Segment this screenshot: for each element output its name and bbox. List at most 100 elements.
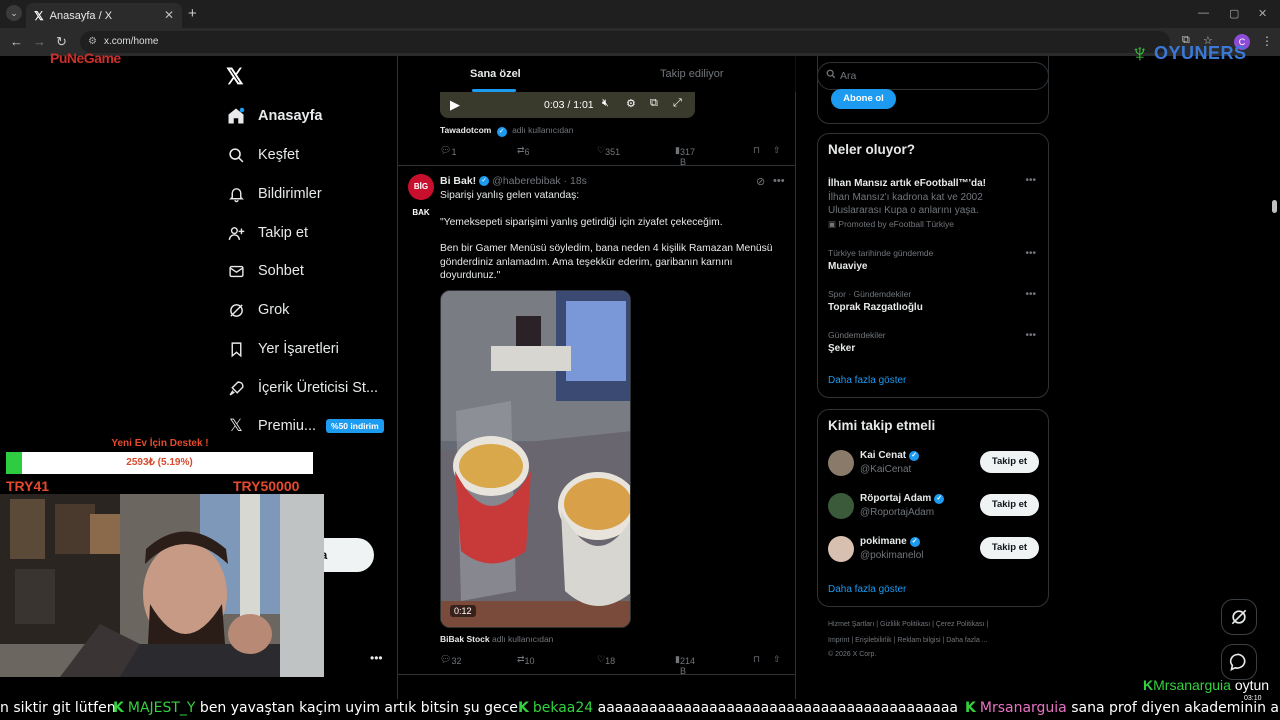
suggestion-handle: @RoportajAdam — [860, 507, 935, 518]
messages-fab-button[interactable] — [1221, 644, 1257, 680]
tab-for-you[interactable]: Sana özel — [470, 68, 521, 80]
bookmark-icon[interactable]: ⊓ — [753, 145, 760, 156]
nav-explore[interactable]: Keşfet — [226, 140, 299, 170]
browser-menu-icon[interactable]: ⋮ — [1261, 34, 1273, 48]
close-window-icon[interactable]: ✕ — [1258, 7, 1267, 20]
follow-suggestion[interactable]: Kai Cenat ✓ @KaiCenat Takip et — [828, 449, 1039, 479]
kick-logo-icon: K — [965, 700, 976, 716]
minimize-icon[interactable]: — — [1198, 7, 1209, 19]
author-name[interactable]: Bi Bak! — [440, 175, 476, 187]
reply-action[interactable]: 💬︎ 32 — [440, 654, 461, 666]
url-text: x.com/home — [104, 36, 159, 47]
more-icon[interactable]: ••• — [1025, 175, 1036, 186]
home-icon — [226, 106, 246, 126]
footer-links-row[interactable]: Imprint | Erişilebilirlik | Reklam bilgi… — [828, 637, 988, 644]
nav-home[interactable]: Anasayfa — [226, 101, 322, 131]
promoted-label: ▣ Promoted by eFootball Türkiye — [828, 219, 954, 229]
verified-badge-icon: ✓ — [496, 127, 507, 137]
url-field[interactable]: ⚙ x.com/home — [80, 31, 1170, 53]
more-icon[interactable]: ••• — [773, 175, 785, 187]
repost-count: 10 — [524, 656, 535, 666]
tab-following[interactable]: Takip ediliyor — [660, 68, 724, 80]
subscribe-button[interactable]: Abone ol — [831, 89, 896, 109]
nav-notifications[interactable]: Bildirimler — [226, 179, 322, 209]
follow-show-more[interactable]: Daha fazla göster — [828, 584, 906, 595]
source-name[interactable]: BiBak Stock — [440, 634, 490, 644]
avatar[interactable] — [828, 493, 854, 519]
fullscreen-icon[interactable]: ⤢ — [673, 97, 682, 110]
back-icon[interactable]: ← — [10, 34, 23, 49]
forward-icon[interactable]: → — [33, 34, 46, 49]
grok-icon[interactable]: ⊘ — [756, 175, 765, 188]
nav-messages[interactable]: Sohbet — [226, 256, 304, 286]
pip-icon[interactable]: ⧉ — [650, 97, 658, 110]
nav-follow[interactable]: Takip et — [226, 218, 308, 248]
repost-action[interactable]: ⇄ 10 — [517, 654, 535, 666]
stream-logo-left: PuNeGame — [50, 50, 121, 66]
search-icon — [226, 145, 246, 165]
feed-tab-bar: Sana özel Takip ediliyor — [398, 56, 796, 92]
nav-creator-studio[interactable]: İçerik Üreticisi St... — [226, 373, 378, 403]
chat-text: oytun — [1230, 677, 1270, 693]
trend-item[interactable]: Türkiye tarihinde gündemde Muaviye ••• — [828, 248, 1038, 272]
trends-show-more[interactable]: Daha fazla göster — [828, 375, 906, 386]
chat-bubble-icon — [1229, 653, 1246, 672]
follow-button[interactable]: Takip et — [980, 494, 1039, 516]
mute-icon[interactable]: 🔇︎ — [602, 97, 609, 110]
source-name[interactable]: Tawadotcom — [440, 125, 491, 135]
avatar[interactable] — [828, 536, 854, 562]
browser-tab[interactable]: 𝕏 Anasayfa / X ✕ — [26, 3, 182, 28]
reply-action[interactable]: 💬︎ 1 — [440, 145, 456, 157]
search-icon — [826, 63, 836, 89]
verified-badge-icon: ✓ — [909, 536, 920, 547]
tweet-divider — [398, 165, 796, 166]
reload-icon[interactable]: ↻ — [56, 34, 67, 50]
tweet-video[interactable] — [440, 290, 631, 628]
author-handle[interactable]: @haberebibak · 18s — [492, 175, 587, 187]
follow-button[interactable]: Takip et — [980, 537, 1039, 559]
follow-suggestion[interactable]: pokimane ✓ @pokimanelol Takip et — [828, 535, 1039, 565]
nav-label: Keşfet — [258, 147, 300, 163]
avatar[interactable]: BİG BAK — [408, 174, 434, 217]
footer-links-row[interactable]: Hizmet Şartları | Gizlilik Politikası | … — [828, 621, 988, 628]
mail-icon — [226, 261, 246, 281]
media-time: 0:03 / 1:01 — [544, 99, 594, 111]
chat-text: aaaaaaaaaaaaaaaaaaaaaaaaaaaaaaaaaaaaaaaa… — [593, 700, 958, 716]
views-action[interactable]: ▮ 317 B — [675, 145, 695, 167]
play-icon[interactable]: ▶ — [450, 97, 460, 113]
nav-premium[interactable]: 𝕏 Premiu... %50 indirim — [226, 411, 384, 441]
follow-suggestion[interactable]: Röportaj Adam ✓ @RoportajAdam Takip et — [828, 492, 1039, 522]
maximize-icon[interactable]: ▢ — [1229, 7, 1239, 20]
search-input[interactable]: Ara — [817, 62, 1049, 90]
settings-gear-icon[interactable]: ⚙ — [626, 97, 636, 110]
like-action[interactable]: ♡ 351 — [597, 145, 620, 157]
nav-bookmarks[interactable]: Yer İşaretleri — [226, 334, 339, 364]
video-source-line: BiBak Stock adlı kullanıcıdan — [440, 634, 553, 644]
share-icon[interactable]: ⇧ — [773, 654, 781, 665]
follow-button[interactable]: Takip et — [980, 451, 1039, 473]
page-scrollbar[interactable] — [1272, 200, 1277, 213]
x-icon: 𝕏 — [229, 416, 243, 435]
bookmark-icon[interactable]: ⊓ — [753, 654, 760, 665]
tweet-actions: 💬︎ 1 ⇄ 6 ♡ 351 ▮ 317 B ⊓ ⇧ — [440, 143, 785, 167]
more-icon[interactable]: ••• — [1025, 330, 1036, 341]
trend-item[interactable]: Gündemdekiler Şeker ••• — [828, 330, 1038, 354]
more-icon[interactable]: ••• — [1025, 289, 1036, 300]
trend-item[interactable]: Spor · Gündemdekiler Toprak Razgatlıoğlu… — [828, 289, 1038, 313]
nav-grok[interactable]: Grok — [226, 295, 289, 325]
avatar[interactable] — [828, 450, 854, 476]
trend-item[interactable]: İlhan Mansız artık eFootball™'da! İlhan … — [828, 175, 1038, 230]
repost-action[interactable]: ⇄ 6 — [517, 145, 530, 157]
like-action[interactable]: ♡ 18 — [597, 654, 615, 666]
grok-fab-button[interactable] — [1221, 599, 1257, 635]
tweet-divider — [398, 674, 796, 675]
tab-search-button[interactable]: ⌄ — [6, 5, 22, 21]
x-favicon-icon: 𝕏 — [34, 8, 44, 23]
x-logo-icon[interactable]: 𝕏 — [226, 64, 244, 90]
close-tab-icon[interactable]: ✕ — [164, 8, 174, 22]
share-icon[interactable]: ⇧ — [773, 145, 781, 156]
more-icon[interactable]: ••• — [1025, 248, 1036, 259]
account-more-icon[interactable]: ••• — [370, 651, 383, 665]
views-action[interactable]: ▮ 214 B — [675, 654, 695, 676]
new-tab-button[interactable]: + — [188, 5, 197, 22]
